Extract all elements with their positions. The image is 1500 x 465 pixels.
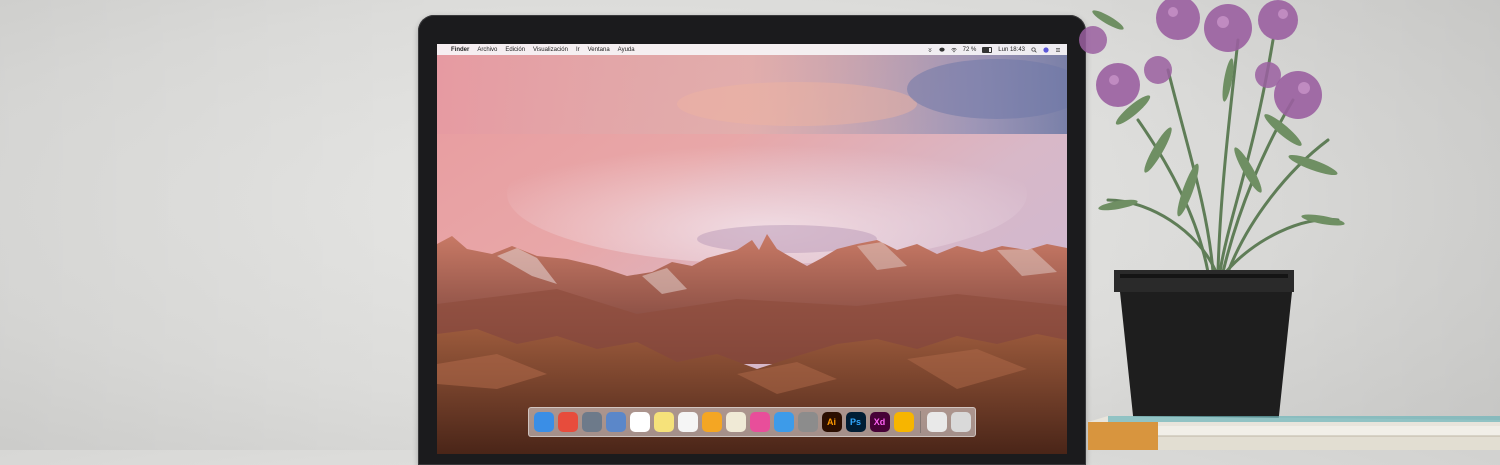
itunes-icon[interactable] — [749, 412, 770, 432]
menu-edicion[interactable]: Edición — [505, 47, 525, 53]
photoshop-icon[interactable]: Ps — [845, 412, 866, 432]
sketch-icon[interactable] — [893, 412, 914, 432]
calendar-icon[interactable] — [629, 412, 650, 432]
stacked-books — [1088, 416, 1500, 450]
laptop: Finder Archivo Edición Visualización Ir … — [418, 15, 1086, 465]
menu-archivo[interactable]: Archivo — [477, 47, 497, 53]
messages-icon[interactable] — [939, 47, 945, 53]
reminders-icon[interactable] — [677, 412, 698, 432]
dock-separator — [919, 411, 921, 433]
notes-icon[interactable] — [653, 412, 674, 432]
wifi-icon[interactable] — [950, 47, 957, 53]
menu-bar-clock[interactable]: Lun 18:43 — [998, 47, 1025, 53]
adobe-xd-icon[interactable]: Xd — [869, 412, 890, 432]
app-store-icon[interactable] — [773, 412, 794, 432]
battery-percentage: 72 % — [962, 46, 977, 53]
preview-icon[interactable] — [605, 412, 626, 432]
menu-ayuda[interactable]: Ayuda — [618, 47, 635, 53]
spotlight-search-icon[interactable] — [1031, 46, 1037, 53]
notification-center-icon[interactable] — [1055, 47, 1061, 53]
dropbox-icon[interactable] — [927, 47, 933, 53]
potted-plant — [1079, 0, 1345, 425]
laptop-screen: Finder Archivo Edición Visualización Ir … — [437, 44, 1067, 454]
menu-finder[interactable]: Finder — [451, 47, 469, 53]
trash-icon[interactable] — [950, 412, 971, 432]
illustrator-icon[interactable]: Ai — [821, 412, 842, 432]
menu-ventana[interactable]: Ventana — [588, 47, 610, 53]
launchpad-icon[interactable] — [581, 412, 602, 432]
menu-ir[interactable]: Ir — [576, 47, 580, 53]
textedit-icon[interactable] — [725, 412, 746, 432]
photos-icon[interactable] — [701, 412, 722, 432]
battery-icon[interactable] — [982, 46, 993, 53]
macos-dock: Ai Ps Xd — [528, 407, 976, 437]
macos-menu-bar: Finder Archivo Edición Visualización Ir … — [437, 44, 1067, 55]
downloads-stack-icon[interactable] — [926, 412, 947, 432]
menu-bar-status-area: 72 % Lun 18:43 — [921, 46, 1061, 53]
system-preferences-icon[interactable] — [797, 412, 818, 432]
plant-pot — [1114, 270, 1294, 425]
finder-icon[interactable] — [533, 412, 554, 432]
chrome-icon[interactable] — [557, 412, 578, 432]
sierra-wallpaper — [437, 44, 1067, 454]
menu-visualizacion[interactable]: Visualización — [533, 47, 568, 53]
siri-icon[interactable] — [1043, 46, 1049, 53]
